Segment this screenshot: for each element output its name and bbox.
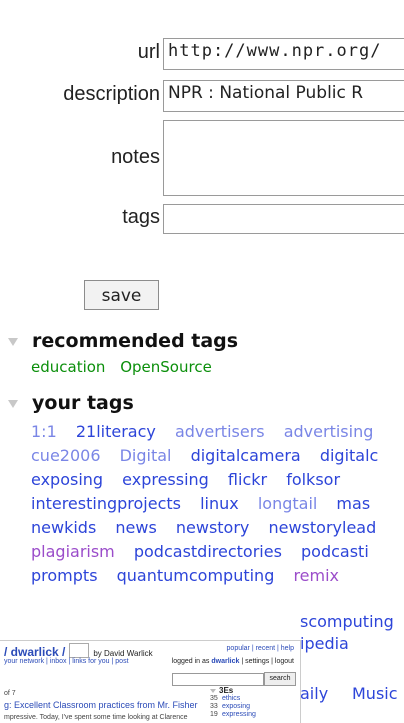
your-tags-cloud: 1:1 21literacy advertisers advertising c…	[31, 420, 404, 588]
inset-bundle-box[interactable]	[69, 643, 90, 658]
tag-line: cue2006 Digital digitalcamera digitalc	[31, 444, 404, 468]
inset-bundle-heading[interactable]: 3Es	[210, 687, 298, 695]
tag-line: prompts quantumcomputing remix	[31, 564, 404, 588]
tag-line: 1:1 21literacy advertisers advertising	[31, 420, 404, 444]
tag-link[interactable]: digitalc	[320, 446, 379, 465]
tag-link[interactable]: cue2006	[31, 446, 101, 465]
your-tags-title: your tags	[32, 392, 134, 414]
inset-bundle: 3Es 35 ethics 33 exposing 19 expressing	[210, 687, 298, 719]
inset-byline[interactable]: by David Warlick	[93, 649, 152, 658]
tag-link[interactable]: longtail	[258, 494, 318, 513]
inset-post-title[interactable]: g: Excellent Classroom practices from Mr…	[4, 700, 198, 710]
inset-search-input[interactable]	[172, 673, 264, 686]
post-form: url http://www.npr.org/ description NPR …	[0, 0, 404, 722]
inset-title: / dwarlick / by David Warlick	[4, 643, 153, 659]
tag-link[interactable]: podcastdirectories	[134, 542, 282, 561]
tags-field[interactable]	[163, 204, 404, 234]
tag-link[interactable]: plagiarism	[31, 542, 115, 561]
tag-link[interactable]: mas	[336, 494, 370, 513]
inset-post-description: mpressive. Today, I've spent some time l…	[4, 714, 188, 721]
tag-link[interactable]: scomputing	[300, 612, 394, 631]
inset-bundle-item[interactable]: 19 expressing	[210, 711, 298, 719]
tag-link[interactable]: interestingprojects	[31, 494, 181, 513]
tag-link[interactable]: 21literacy	[76, 422, 156, 441]
inset-login: logged in as dwarlick | settings | logou…	[172, 658, 294, 665]
tag-line: newkids news newstory newstorylead	[31, 516, 404, 540]
tag-line: interestingprojects linux longtail mas	[31, 492, 404, 516]
tag-count: 35	[210, 695, 218, 702]
inset-login-links[interactable]: | settings | logout	[241, 658, 294, 665]
tag-link[interactable]: ipedia	[300, 634, 349, 653]
tag-link[interactable]: exposing	[222, 703, 250, 710]
tag-count: 19	[210, 711, 218, 718]
tag-link[interactable]: newstorylead	[268, 518, 376, 537]
embedded-delicious-screenshot: / dwarlick / by David Warlick popular | r…	[0, 640, 301, 723]
tag-link[interactable]: exposing	[31, 470, 103, 489]
tag-link[interactable]: podcasti	[301, 542, 369, 561]
inset-top-links[interactable]: popular | recent | help	[227, 645, 294, 652]
inset-login-user[interactable]: dwarlick	[211, 658, 239, 665]
recommended-tag[interactable]: OpenSource	[120, 358, 212, 376]
inset-bundle-name: 3Es	[219, 686, 234, 695]
tag-link[interactable]: news	[115, 518, 156, 537]
recommended-tags-title: recommended tags	[32, 330, 239, 352]
tag-link[interactable]: 1:1	[31, 422, 57, 441]
tag-link[interactable]: aily	[300, 684, 328, 703]
tag-link[interactable]: newkids	[31, 518, 96, 537]
tag-count: 33	[210, 703, 218, 710]
tag-link[interactable]: advertisers	[175, 422, 265, 441]
tag-link[interactable]: ethics	[222, 695, 240, 702]
notes-field[interactable]	[163, 120, 404, 196]
tag-link[interactable]: expressing	[222, 711, 256, 718]
url-label: url	[137, 41, 160, 63]
recommended-tags-heading[interactable]: recommended tags	[0, 330, 238, 352]
inset-login-prefix: logged in as	[171, 658, 210, 665]
tag-link[interactable]: newstory	[176, 518, 250, 537]
recommended-tags-list: education OpenSource	[31, 358, 222, 376]
tag-link[interactable]: linux	[200, 494, 239, 513]
tag-link[interactable]: quantumcomputing	[117, 566, 275, 585]
tags-label: tags	[122, 206, 160, 228]
tag-link[interactable]: flickr	[228, 470, 267, 489]
recommended-tag[interactable]: education	[31, 358, 105, 376]
description-label: description	[63, 83, 160, 105]
tag-line: exposing expressing flickr folksor	[31, 468, 404, 492]
tag-link[interactable]: Music	[352, 684, 398, 703]
collapse-triangle-icon[interactable]	[210, 689, 216, 693]
inset-user-path[interactable]: / dwarlick /	[4, 645, 65, 659]
tag-link[interactable]: folksor	[286, 470, 340, 489]
tag-link[interactable]: prompts	[31, 566, 98, 585]
url-field[interactable]: http://www.npr.org/	[163, 38, 404, 70]
your-tags-heading[interactable]: your tags	[0, 392, 134, 414]
collapse-triangle-icon[interactable]	[8, 399, 18, 408]
tag-link[interactable]: expressing	[122, 470, 209, 489]
inset-search-button[interactable]: search	[264, 672, 296, 686]
inset-bundle-item[interactable]: 35 ethics	[210, 695, 298, 703]
inset-nav[interactable]: your network | inbox | links for you | p…	[4, 658, 129, 665]
tag-link[interactable]: digitalcamera	[191, 446, 301, 465]
notes-label: notes	[111, 146, 160, 168]
collapse-triangle-icon[interactable]	[8, 337, 18, 346]
tag-line: plagiarism podcastdirectories podcasti	[31, 540, 404, 564]
inset-bundle-item[interactable]: 33 exposing	[210, 703, 298, 711]
save-button[interactable]: save	[84, 280, 159, 310]
tag-link[interactable]: advertising	[284, 422, 374, 441]
tag-link[interactable]: Digital	[120, 446, 172, 465]
description-field[interactable]: NPR : National Public R	[163, 80, 404, 112]
tag-link[interactable]: remix	[293, 566, 339, 585]
inset-page-count: of 7	[4, 690, 16, 697]
